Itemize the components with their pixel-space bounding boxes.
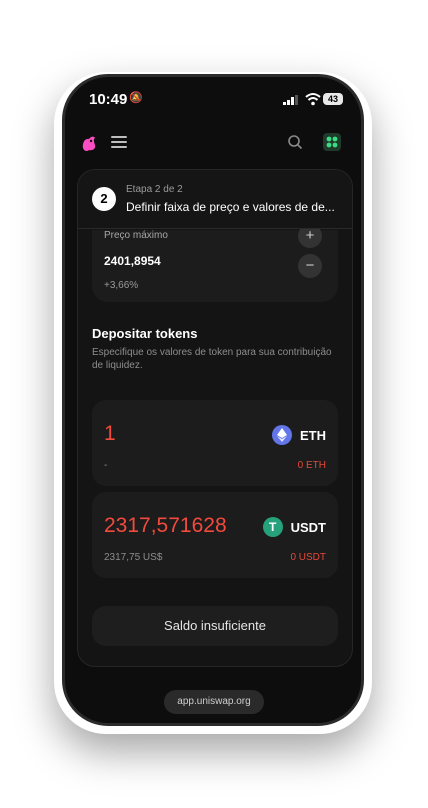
step-label: Etapa 2 de 2 [126,184,183,195]
eth-amount-input[interactable]: 1 [104,422,116,446]
usdt-balance: 0 USDT [290,552,326,563]
step-title: Definir faixa de preço e valores de de..… [126,200,335,214]
usdt-deposit-card[interactable]: 2317,571628 T USDT 2317,75 US$ 0 USDT [92,492,338,578]
eth-usd-value: - [104,460,108,471]
eth-token-selector: ETH [272,424,326,446]
eth-deposit-card[interactable]: 1 ETH - 0 ETH [92,400,338,486]
url-bar[interactable]: app.uniswap.org [164,690,264,714]
battery-icon: 43 [323,93,343,105]
usdt-icon: T [262,517,283,537]
status-time: 10:49 [89,91,128,108]
menu-icon[interactable] [111,136,127,148]
status-bar: 10:49 🔕 43 [65,89,361,111]
insufficient-balance-button[interactable]: Saldo insuficiente [92,606,338,646]
step-number: 2 [92,187,116,211]
deposit-description: Especifique os valores de token para sua… [92,347,332,371]
max-price-change: +3,66% [104,280,139,291]
max-price-value[interactable]: 2401,8954 [104,254,161,268]
usdt-token-selector: T USDT [262,516,326,538]
usdt-symbol: USDT [290,519,326,535]
bell-muted-icon: 🔕 [129,92,143,104]
wallet-avatar-icon[interactable] [323,133,341,151]
step-indicator[interactable]: 2 Etapa 2 de 2 Definir faixa de preço e … [78,170,352,229]
add-liquidity-panel: Preço máximo 2401,8954 +3,66% + − 2 Etap… [77,169,353,667]
phone-frame: 10:49 🔕 43 Preço máximo 2401,8954 +3,66%… [62,74,364,726]
eth-balance: 0 ETH [297,460,326,471]
usdt-amount-input[interactable]: 2317,571628 [104,514,227,538]
uniswap-logo-icon[interactable] [79,133,99,153]
usdt-usd-value: 2317,75 US$ [104,552,163,563]
eth-symbol: ETH [300,427,326,443]
signal-icon [283,95,298,105]
wifi-icon [305,93,321,106]
decrease-price-button[interactable]: − [298,254,322,278]
search-icon[interactable] [287,134,303,150]
deposit-title: Depositar tokens [92,326,198,341]
max-price-label: Preço máximo [104,230,168,241]
app-header [65,125,361,165]
eth-icon [272,425,292,445]
max-price-card: Preço máximo 2401,8954 +3,66% + − [92,224,338,302]
